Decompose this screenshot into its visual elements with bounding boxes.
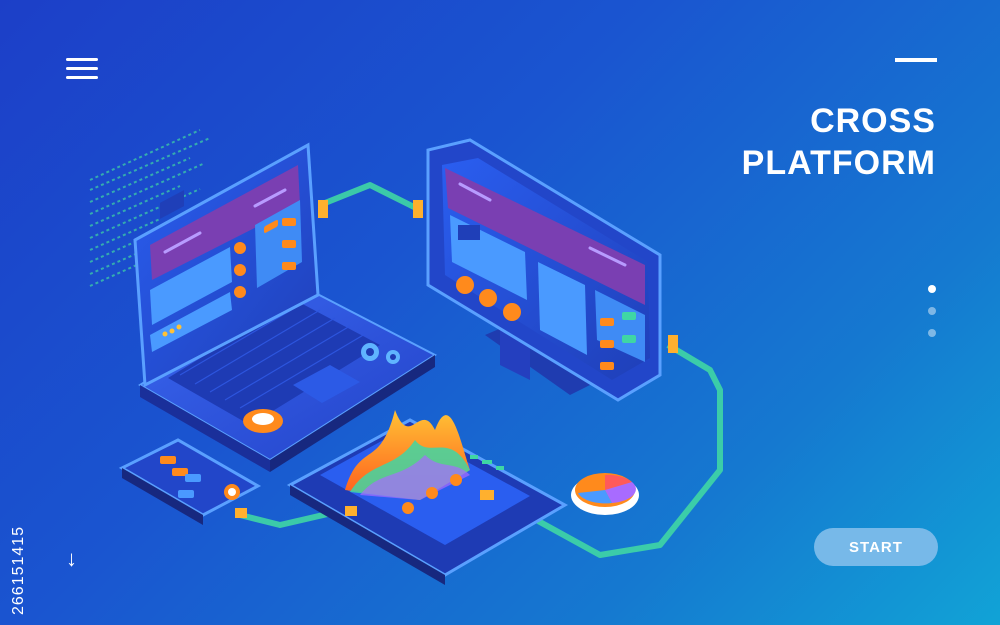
isometric-illustration xyxy=(89,129,723,585)
desktop-monitor xyxy=(426,138,662,402)
tablet-analytics xyxy=(286,410,569,585)
landing-hero: CROSS PLATFORM 266151415 ↓ START xyxy=(0,0,1000,625)
mail-icon xyxy=(458,225,480,240)
pie-chart-puck xyxy=(571,473,639,515)
